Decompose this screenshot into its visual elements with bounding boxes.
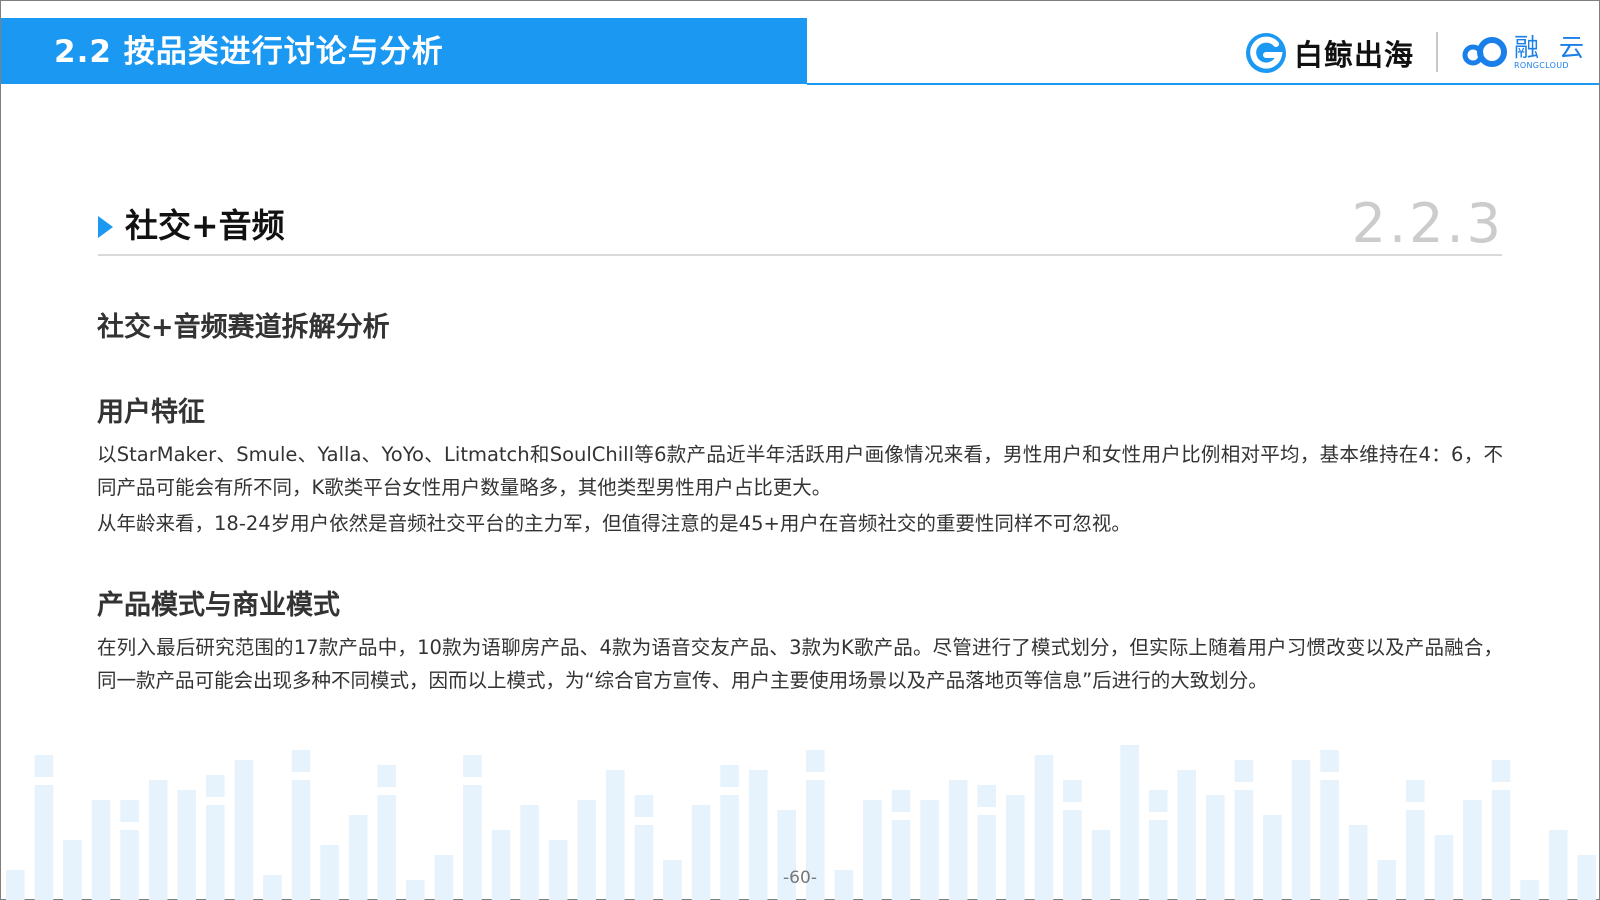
brand-left-logo: 白鲸出海 — [1244, 30, 1414, 76]
section-number: 2.2.3 — [1351, 192, 1504, 255]
section-divider — [98, 254, 1502, 256]
decorative-bar-cap — [891, 790, 911, 812]
triangle-right-icon — [98, 216, 113, 238]
brand-right-name: 融 云 — [1514, 33, 1590, 62]
decorative-bar — [1548, 830, 1568, 900]
decorative-bar-cap — [1148, 790, 1168, 812]
decorative-bar-cap — [1063, 780, 1082, 802]
decorative-bar — [120, 830, 139, 900]
user-features-heading: 用户特征 — [97, 397, 205, 428]
decorative-bar-cap — [1320, 750, 1339, 772]
page-number: -60- — [783, 868, 817, 888]
header-title: 2.2 按品类进行讨论与分析 — [54, 34, 444, 70]
decorative-bar-cap — [806, 750, 825, 772]
cloud-loop-logo-icon — [1462, 37, 1507, 67]
decorative-bar — [1148, 820, 1168, 900]
decorative-bar-cap — [977, 785, 996, 807]
user-features-paragraph-1: 以StarMaker、Smule、Yalla、YoYo、Litmatch和Sou… — [97, 443, 1503, 499]
content-subtitle: 社交+音频赛道拆解分析 — [97, 312, 390, 343]
decorative-bar-cap — [206, 775, 225, 797]
logo-divider — [1436, 32, 1438, 72]
decorative-bar-cap — [377, 765, 396, 787]
g-swirl-logo-icon — [1246, 33, 1286, 73]
brand-right-subname: RONGCLOUD — [1514, 61, 1569, 70]
user-features-paragraph-2: 从年龄来看，18-24岁用户依然是音频社交平台的主力军，但值得注意的是45+用户… — [97, 512, 1131, 535]
section-title: 社交+音频 — [125, 206, 285, 245]
brand-left-name: 白鲸出海 — [1294, 38, 1415, 72]
decorative-bar — [891, 820, 911, 900]
business-model-paragraph: 在列入最后研究范围的17款产品中，10款为语聊房产品、4款为语音交友产品、3款为… — [97, 636, 1503, 692]
decorative-bar-cap — [720, 765, 739, 787]
brand-right-logo: 融 云 RONGCLOUD — [1460, 30, 1590, 76]
decorative-bar-cap — [1406, 780, 1425, 802]
decorative-bar — [634, 825, 654, 900]
decorative-bar — [1348, 825, 1368, 900]
business-model-heading: 产品模式与商业模式 — [97, 590, 340, 621]
decorative-bar-cap — [634, 795, 654, 817]
decorative-bar-cap — [1234, 760, 1254, 782]
header-underline — [807, 83, 1599, 85]
decorative-bar-cap — [291, 750, 311, 772]
decorative-bar — [491, 830, 511, 900]
decorative-bar-cap — [120, 800, 139, 822]
decorative-bar-cap — [1491, 760, 1511, 782]
decorative-bar-cap — [34, 755, 54, 777]
decorative-bar — [1091, 830, 1111, 900]
decorative-bar-cap — [463, 755, 482, 777]
